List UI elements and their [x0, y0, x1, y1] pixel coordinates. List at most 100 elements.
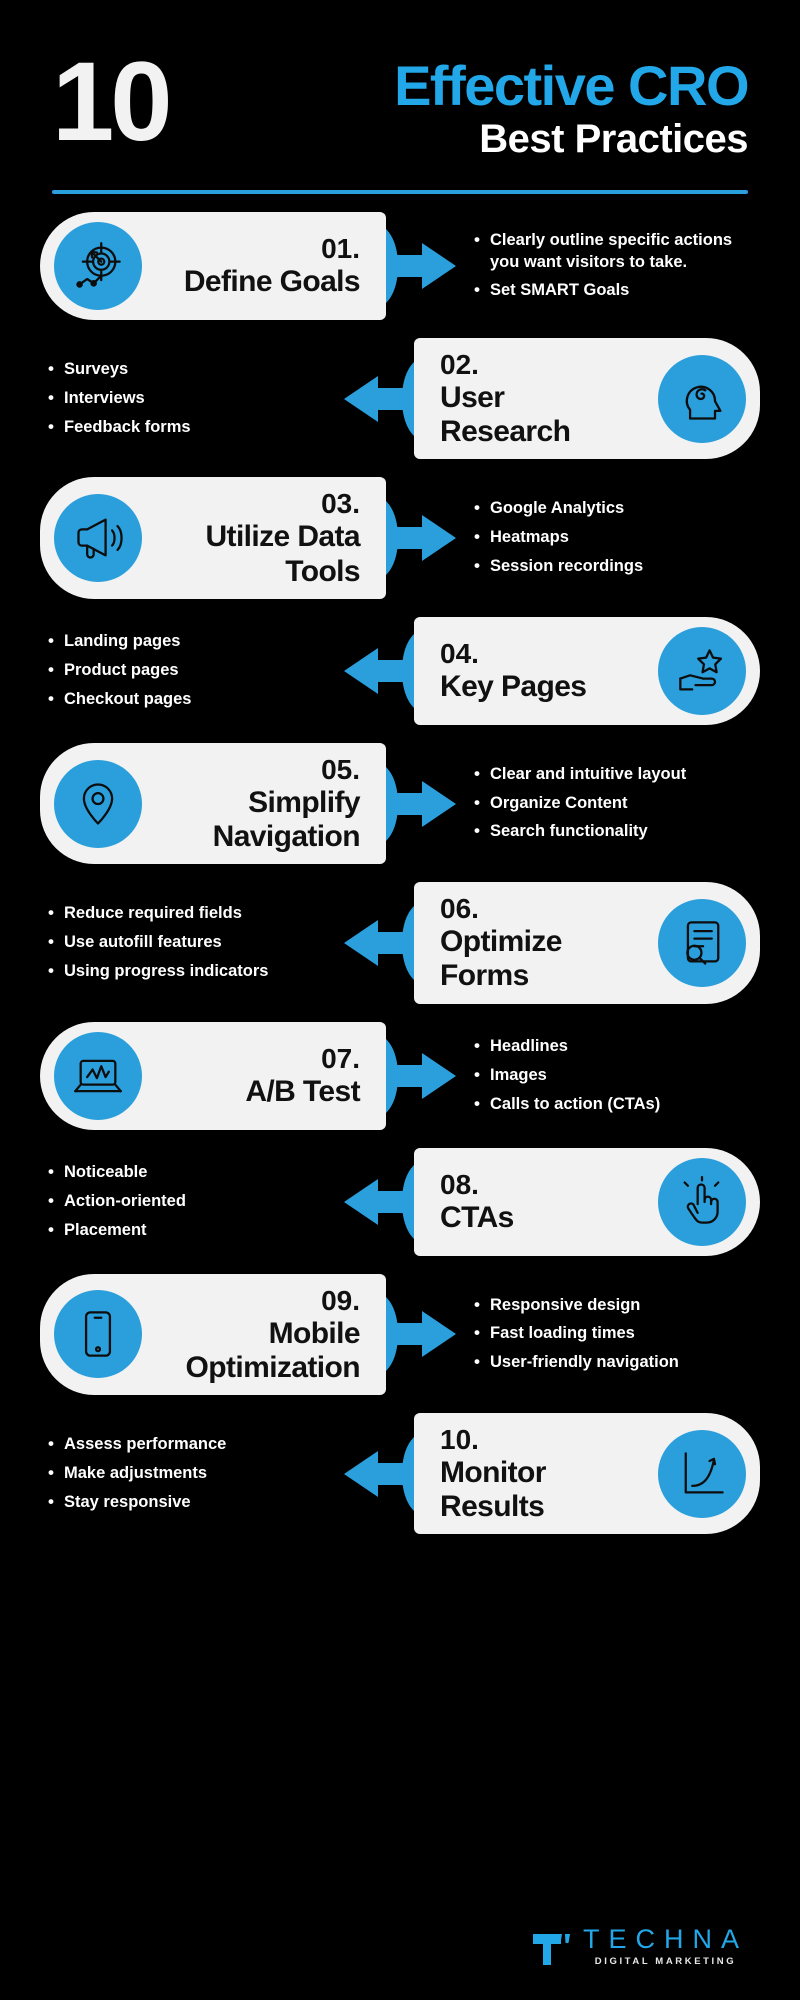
step-card-text: 08. CTAs — [434, 1168, 644, 1235]
bullet-item: Clearly outline specific actions you wan… — [472, 229, 754, 274]
bullet-item: Stay responsive — [46, 1491, 328, 1514]
arrow-right-icon — [386, 1297, 458, 1372]
step-row: 04.Key Pages Landing pages Product pages C… — [40, 616, 760, 725]
bullet-list: Assess performance Make adjustments Stay r… — [46, 1433, 328, 1514]
title-row: 10 Effective CRO Best Practices — [52, 39, 750, 164]
bullet-item: Search functionality — [472, 820, 754, 843]
arrow-right-icon — [386, 766, 458, 841]
click-hand-icon — [658, 1157, 746, 1246]
step-title: Optimize Forms — [440, 925, 562, 993]
step-row: 05.Simplify Navigation Clear and intuiti… — [40, 742, 760, 865]
step-01[interactable]: 01.Define Goals Clearly outline specific… — [40, 212, 760, 320]
growth-graph-icon — [658, 1429, 746, 1518]
bullet-item: Assess performance — [46, 1433, 328, 1456]
bullet-item: Organize Content — [472, 792, 754, 815]
step-10[interactable]: 10.Monitor Results Assess performance Mak… — [40, 1413, 760, 1535]
step-card[interactable]: 06. Optimize Forms — [414, 882, 760, 1004]
bullet-item: Placement — [46, 1219, 328, 1242]
step-title: Simplify Navigation — [212, 785, 361, 854]
step-row: 09.Mobile Optimization Responsive design… — [40, 1273, 760, 1396]
step-title: Utilize Data Tools — [205, 520, 360, 588]
step-card[interactable]: 08. CTAs — [414, 1147, 760, 1256]
infographic-header: 10 Effective CRO Best Practices — [0, 0, 800, 194]
arrow-left-icon — [342, 905, 414, 980]
arrow-left-icon — [342, 633, 414, 708]
step-06[interactable]: 06.Optimize Forms Reduce required fields… — [40, 882, 760, 1004]
bullet-list: Clearly outline specific actions you wan… — [472, 229, 754, 302]
bullet-list: Headlines Images Calls to action (CTAs) — [472, 1035, 754, 1115]
step-title: Monitor Results — [440, 1456, 546, 1524]
step-card-text: 06. Optimize Forms — [434, 892, 644, 993]
step-number: 06. — [440, 893, 479, 925]
step-03[interactable]: 03.Utilize Data Tools Google Analytics He… — [40, 477, 760, 599]
steps-list: 01.Define Goals Clearly outline specific… — [0, 212, 800, 1535]
bullet-item: Feedback forms — [46, 416, 328, 439]
step-08[interactable]: 08.CTAs Noticeable Action-oriented Placeme… — [40, 1147, 760, 1256]
step-bullets: Noticeable Action-oriented Placement — [40, 1155, 342, 1248]
step-number: 08. — [440, 1169, 479, 1201]
head-brain-icon — [658, 354, 746, 443]
step-number: 03. — [321, 488, 360, 520]
arrow-left-icon — [342, 361, 414, 436]
bullet-item: Using progress indicators — [46, 960, 328, 983]
bullet-item: Session recordings — [472, 555, 754, 578]
bullet-list: Noticeable Action-oriented Placement — [46, 1161, 328, 1242]
bullet-item: Make adjustments — [46, 1462, 328, 1485]
step-row: 03.Utilize Data Tools Google Analytics He… — [40, 477, 760, 599]
step-card[interactable]: 02. User Research — [414, 338, 760, 460]
bullet-item: Images — [472, 1064, 754, 1087]
step-card[interactable]: 04. Key Pages — [414, 616, 760, 725]
step-row: 10.Monitor Results Assess performance Mak… — [40, 1413, 760, 1535]
step-bullets: Clearly outline specific actions you wan… — [458, 223, 760, 309]
step-card[interactable]: 01. Define Goals — [40, 212, 386, 320]
bullet-list: Google Analytics Heatmaps Session recordin… — [472, 497, 754, 578]
headline-text-block: Effective CRO Best Practices — [199, 52, 749, 164]
step-title: Define Goals — [183, 265, 361, 299]
step-row: 06.Optimize Forms Reduce required fields… — [40, 882, 760, 1004]
step-bullets: Reduce required fields Use autofill featu… — [40, 896, 342, 989]
step-title: CTAs — [440, 1201, 514, 1235]
step-04[interactable]: 04.Key Pages Landing pages Product pages C… — [40, 616, 760, 725]
step-card-text: 04. Key Pages — [434, 637, 644, 704]
step-card-text: 01. Define Goals — [156, 232, 366, 299]
bullet-item: Set SMART Goals — [472, 279, 754, 302]
step-bullets: Assess performance Make adjustments Stay r… — [40, 1427, 342, 1520]
step-bullets: Clear and intuitive layout Organize Conte… — [458, 757, 760, 850]
bullet-item: Checkout pages — [46, 688, 328, 711]
laptop-chart-icon — [54, 1031, 142, 1120]
mobile-phone-icon — [54, 1290, 142, 1379]
step-row: 02.User Research Surveys Interviews Feedba… — [40, 338, 760, 460]
step-card[interactable]: 10. Monitor Results — [414, 1413, 760, 1535]
step-title: Key Pages — [440, 670, 587, 704]
bullet-list: Surveys Interviews Feedback forms — [46, 358, 328, 439]
step-07[interactable]: 07.A/B Test Headlines Images Calls to acti… — [40, 1021, 760, 1130]
bullet-item: Product pages — [46, 659, 328, 682]
arrow-left-icon — [342, 1164, 414, 1239]
step-bullets: Google Analytics Heatmaps Session recordin… — [458, 491, 760, 584]
step-09[interactable]: 09.Mobile Optimization Responsive design… — [40, 1273, 760, 1396]
step-card[interactable]: 07. A/B Test — [40, 1021, 386, 1130]
headline-number: 10 — [52, 39, 173, 164]
arrow-left-icon — [342, 1436, 414, 1511]
step-card[interactable]: 03. Utilize Data Tools — [40, 477, 386, 599]
step-card[interactable]: 05. Simplify Navigation — [40, 742, 386, 865]
bullet-item: Heatmaps — [472, 526, 754, 549]
headline-sub: Best Practices — [479, 117, 748, 161]
header-divider — [52, 190, 748, 194]
step-number: 04. — [440, 638, 479, 670]
bullet-list: Responsive design Fast loading times User-… — [472, 1294, 754, 1374]
arrow-right-icon — [386, 229, 458, 303]
step-02[interactable]: 02.User Research Surveys Interviews Feedba… — [40, 338, 760, 460]
bullet-item: Responsive design — [472, 1294, 754, 1317]
step-row: 07.A/B Test Headlines Images Calls to acti… — [40, 1021, 760, 1130]
arrow-right-icon — [386, 1038, 458, 1113]
brand-tagline: DIGITAL MARKETING — [594, 1955, 737, 1967]
step-05[interactable]: 05.Simplify Navigation Clear and intuiti… — [40, 742, 760, 865]
step-number: 02. — [440, 349, 479, 380]
bullet-item: Action-oriented — [46, 1190, 328, 1213]
step-card-text: 07. A/B Test — [156, 1042, 366, 1109]
step-card[interactable]: 09. Mobile Optimization — [40, 1273, 386, 1396]
brand-footer: TECHNA DIGITAL MARKETING — [531, 1925, 748, 1967]
bullet-item: Headlines — [472, 1035, 754, 1058]
step-bullets: Headlines Images Calls to action (CTAs) — [458, 1029, 760, 1122]
